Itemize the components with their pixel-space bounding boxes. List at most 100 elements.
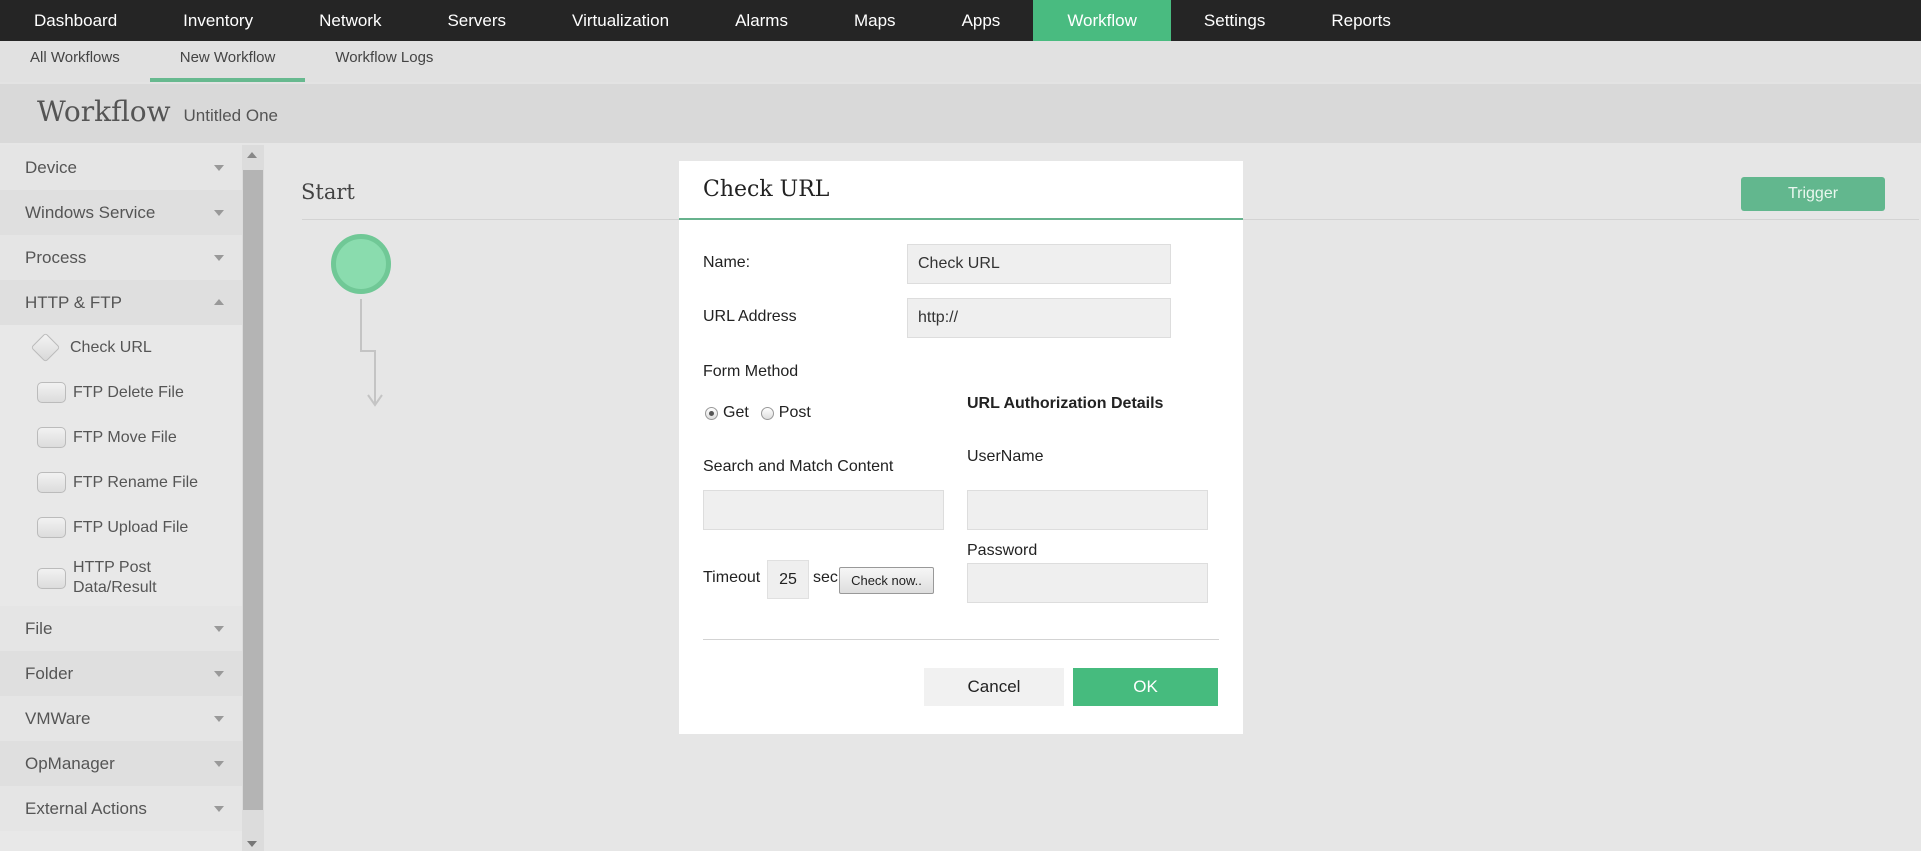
- username-input[interactable]: [967, 490, 1208, 530]
- chevron-down-icon: [214, 716, 224, 722]
- search-content-input[interactable]: [703, 490, 944, 530]
- nav-dashboard[interactable]: Dashboard: [0, 0, 150, 41]
- timeout-input[interactable]: 25: [767, 560, 809, 599]
- chevron-down-icon: [214, 210, 224, 216]
- category-label: External Actions: [25, 799, 147, 818]
- form-method-label: Form Method: [703, 363, 799, 380]
- category-label: OpManager: [25, 754, 115, 773]
- radio-get-label: Get: [723, 404, 749, 421]
- workflow-name: Untitled One: [183, 106, 279, 125]
- page-header: Workflow Untitled One: [0, 82, 1921, 143]
- cancel-button[interactable]: Cancel: [924, 668, 1064, 706]
- dialog-header: Check URL: [679, 161, 1243, 220]
- action-label: FTP Upload File: [73, 518, 189, 536]
- radio-post-label: Post: [778, 404, 811, 421]
- category-vmware[interactable]: VMWare: [0, 696, 242, 741]
- chevron-down-icon: [214, 761, 224, 767]
- dialog-title: Check URL: [703, 177, 830, 202]
- page-title: Workflow Untitled One: [37, 95, 278, 128]
- category-label: Process: [25, 248, 87, 267]
- category-opmanager[interactable]: OpManager: [0, 741, 242, 786]
- connector-arrow-icon: [360, 299, 383, 407]
- action-box-icon: [37, 382, 66, 403]
- name-label: Name:: [703, 254, 751, 271]
- action-box-icon: [37, 472, 66, 493]
- action-check-url[interactable]: Check URL: [0, 325, 242, 370]
- action-box-icon: [37, 567, 66, 589]
- category-label: HTTP & FTP: [25, 293, 122, 312]
- category-external-actions[interactable]: External Actions: [0, 786, 242, 831]
- action-label: FTP Delete File: [73, 383, 184, 401]
- action-label: FTP Move File: [73, 428, 177, 446]
- category-label: Device: [25, 158, 77, 177]
- action-palette-sidebar: Device Windows Service Process HTTP & FT…: [0, 145, 242, 851]
- radio-get-button[interactable]: [705, 406, 718, 420]
- username-label: UserName: [967, 448, 1044, 465]
- tab-new-workflow[interactable]: New Workflow: [149, 41, 306, 82]
- timeout-unit: sec: [813, 569, 838, 586]
- chevron-down-icon: [214, 165, 224, 171]
- action-label: Check URL: [70, 338, 152, 356]
- category-http-ftp[interactable]: HTTP & FTP: [0, 280, 242, 325]
- radio-post[interactable]: Post: [760, 404, 811, 422]
- nav-servers[interactable]: Servers: [414, 0, 539, 41]
- nav-maps[interactable]: Maps: [821, 0, 929, 41]
- nav-workflow[interactable]: Workflow: [1033, 0, 1171, 41]
- nav-inventory[interactable]: Inventory: [150, 0, 286, 41]
- action-http-post-data[interactable]: HTTP Post Data/Result: [0, 550, 242, 606]
- chevron-down-icon: [214, 255, 224, 261]
- nav-virtualization[interactable]: Virtualization: [539, 0, 702, 41]
- category-folder[interactable]: Folder: [0, 651, 242, 696]
- timeout-label: Timeout: [703, 569, 761, 586]
- action-label: HTTP Post Data/Result: [73, 559, 157, 596]
- nav-settings[interactable]: Settings: [1171, 0, 1298, 41]
- action-ftp-move-file[interactable]: FTP Move File: [0, 415, 242, 460]
- check-url-dialog: Check URL Name: Check URL URL Address ht…: [679, 161, 1243, 734]
- url-address-label: URL Address: [703, 308, 797, 325]
- tab-workflow-logs[interactable]: Workflow Logs: [305, 41, 463, 82]
- category-process[interactable]: Process: [0, 235, 242, 280]
- category-label: VMWare: [25, 709, 91, 728]
- action-label: FTP Rename File: [73, 473, 199, 491]
- chevron-up-icon: [214, 299, 224, 305]
- check-now-button[interactable]: Check now..: [839, 567, 934, 594]
- password-label: Password: [967, 542, 1038, 559]
- category-device[interactable]: Device: [0, 145, 242, 190]
- tab-all-workflows[interactable]: All Workflows: [0, 41, 150, 82]
- chevron-down-icon: [214, 806, 224, 812]
- form-method-radio-group: Get Post: [705, 404, 823, 422]
- chevron-down-icon: [214, 626, 224, 632]
- nav-reports[interactable]: Reports: [1298, 0, 1424, 41]
- scrollbar-thumb[interactable]: [243, 170, 263, 810]
- action-ftp-upload-file[interactable]: FTP Upload File: [0, 505, 242, 550]
- scroll-up-icon[interactable]: [247, 152, 257, 158]
- action-box-icon: [37, 427, 66, 448]
- sidebar-scrollbar[interactable]: [242, 145, 264, 851]
- search-content-label: Search and Match Content: [703, 458, 894, 475]
- url-address-input[interactable]: http://: [907, 298, 1171, 338]
- category-windows-service[interactable]: Windows Service: [0, 190, 242, 235]
- trigger-button[interactable]: Trigger: [1741, 177, 1885, 211]
- dialog-divider: [703, 639, 1219, 640]
- radio-post-button[interactable]: [760, 406, 774, 420]
- category-label: Windows Service: [25, 203, 156, 222]
- nav-alarms[interactable]: Alarms: [702, 0, 821, 41]
- chevron-down-icon: [214, 671, 224, 677]
- name-input[interactable]: Check URL: [907, 244, 1171, 284]
- scroll-down-icon[interactable]: [247, 841, 257, 847]
- nav-network[interactable]: Network: [286, 0, 414, 41]
- action-ftp-delete-file[interactable]: FTP Delete File: [0, 370, 242, 415]
- page-title-text: Workflow: [37, 95, 171, 128]
- radio-get[interactable]: Get: [705, 404, 749, 422]
- action-ftp-rename-file[interactable]: FTP Rename File: [0, 460, 242, 505]
- diamond-icon: [30, 332, 61, 363]
- ok-button[interactable]: OK: [1073, 668, 1218, 706]
- auth-section-title: URL Authorization Details: [967, 395, 1164, 412]
- category-file[interactable]: File: [0, 606, 242, 651]
- category-label: File: [25, 619, 53, 638]
- password-input[interactable]: [967, 563, 1208, 603]
- action-box-icon: [37, 517, 66, 538]
- sub-navigation: All Workflows New Workflow Workflow Logs: [0, 41, 1921, 82]
- nav-apps[interactable]: Apps: [929, 0, 1034, 41]
- category-label: Folder: [25, 664, 74, 683]
